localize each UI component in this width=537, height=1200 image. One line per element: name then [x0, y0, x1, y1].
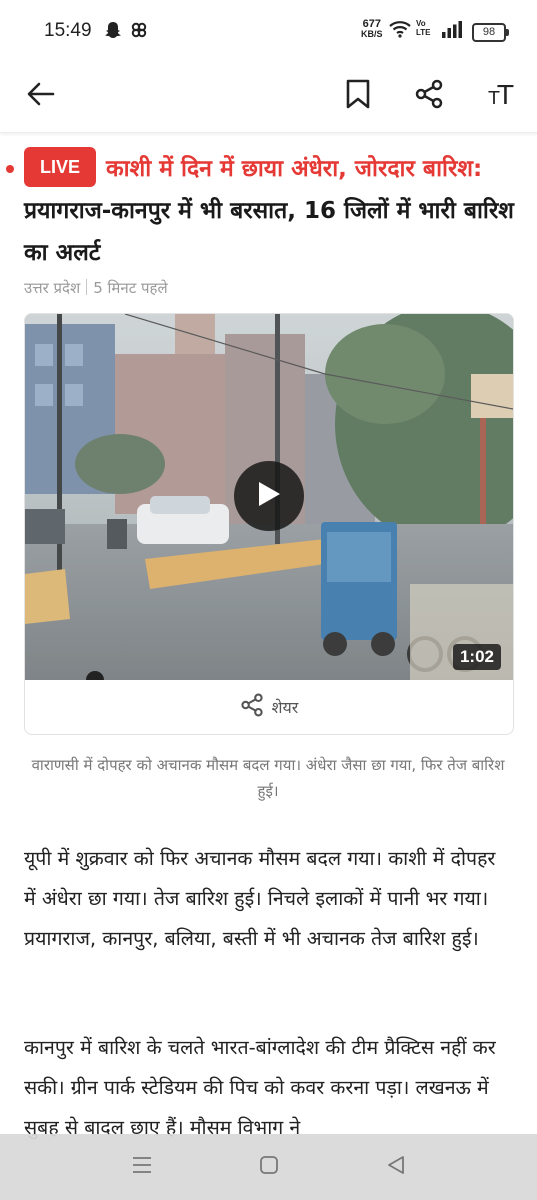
- recent-apps-button[interactable]: [112, 1142, 172, 1192]
- article-meta: उत्तर प्रदेश 5 मिनट पहले: [24, 278, 168, 298]
- share-icon: [414, 79, 444, 113]
- share-label: शेयर: [271, 698, 299, 717]
- app-bar: TT: [0, 62, 537, 133]
- live-indicator-dot: [6, 165, 14, 173]
- article-headline: LIVE काशी में दिन में छाया अंधेरा, जोरदार…: [24, 146, 514, 274]
- video-caption: वाराणसी में दोपहर को अचानक मौसम बदल गया।…: [31, 756, 505, 800]
- headline-highlight: काशी में दिन में छाया अंधेरा, जोरदार बार…: [106, 156, 483, 182]
- network-speed-unit: KB/S: [361, 29, 383, 39]
- live-badge: LIVE: [24, 146, 97, 187]
- snapchat-icon: [104, 21, 122, 43]
- bookmark-button[interactable]: [334, 72, 382, 120]
- volte-icon: Vo LTE: [416, 19, 431, 37]
- home-button[interactable]: [239, 1142, 299, 1192]
- back-button[interactable]: [17, 72, 65, 120]
- video-share-button[interactable]: शेयर: [25, 680, 513, 734]
- article-category[interactable]: उत्तर प्रदेश: [24, 279, 80, 297]
- video-duration: 1:02: [452, 644, 501, 670]
- network-speed: 677 KB/S: [361, 18, 383, 40]
- video-card: 1:02 शेयर: [24, 313, 514, 735]
- share-icon: [240, 693, 264, 721]
- wifi-icon: [389, 20, 411, 42]
- menu-icon: [132, 1156, 152, 1178]
- headline-text: प्रयागराज-कानपुर में भी बरसात, 16 जिलों …: [24, 198, 514, 266]
- pinwheel-icon: [130, 21, 148, 43]
- arrow-left-icon: [27, 82, 55, 110]
- article-paragraph: कानपुर में बारिश के चलते भारत-बांग्लादेश…: [24, 1036, 496, 1139]
- home-square-icon: [259, 1155, 279, 1179]
- meta-divider: [86, 279, 88, 295]
- text-size-button[interactable]: TT: [476, 72, 524, 120]
- play-icon: [256, 480, 282, 512]
- battery-indicator: 98: [472, 23, 509, 42]
- status-time: 15:49: [44, 20, 92, 41]
- status-bar: 15:49 677 KB/S Vo LTE 98: [0, 0, 537, 62]
- system-nav-bar: [0, 1134, 537, 1200]
- bookmark-icon: [346, 79, 370, 113]
- video-player[interactable]: 1:02: [25, 314, 513, 680]
- text-size-icon: TT: [488, 81, 514, 111]
- article-paragraph: यूपी में शुक्रवार को फिर अचानक मौसम बदल …: [24, 847, 496, 950]
- network-speed-value: 677: [362, 18, 381, 30]
- system-back-button[interactable]: [366, 1142, 426, 1192]
- share-button[interactable]: [405, 72, 453, 120]
- back-triangle-icon: [386, 1155, 406, 1179]
- play-button[interactable]: [234, 461, 304, 531]
- article-time: 5 मिनट पहले: [93, 279, 168, 297]
- signal-icon: [441, 21, 463, 42]
